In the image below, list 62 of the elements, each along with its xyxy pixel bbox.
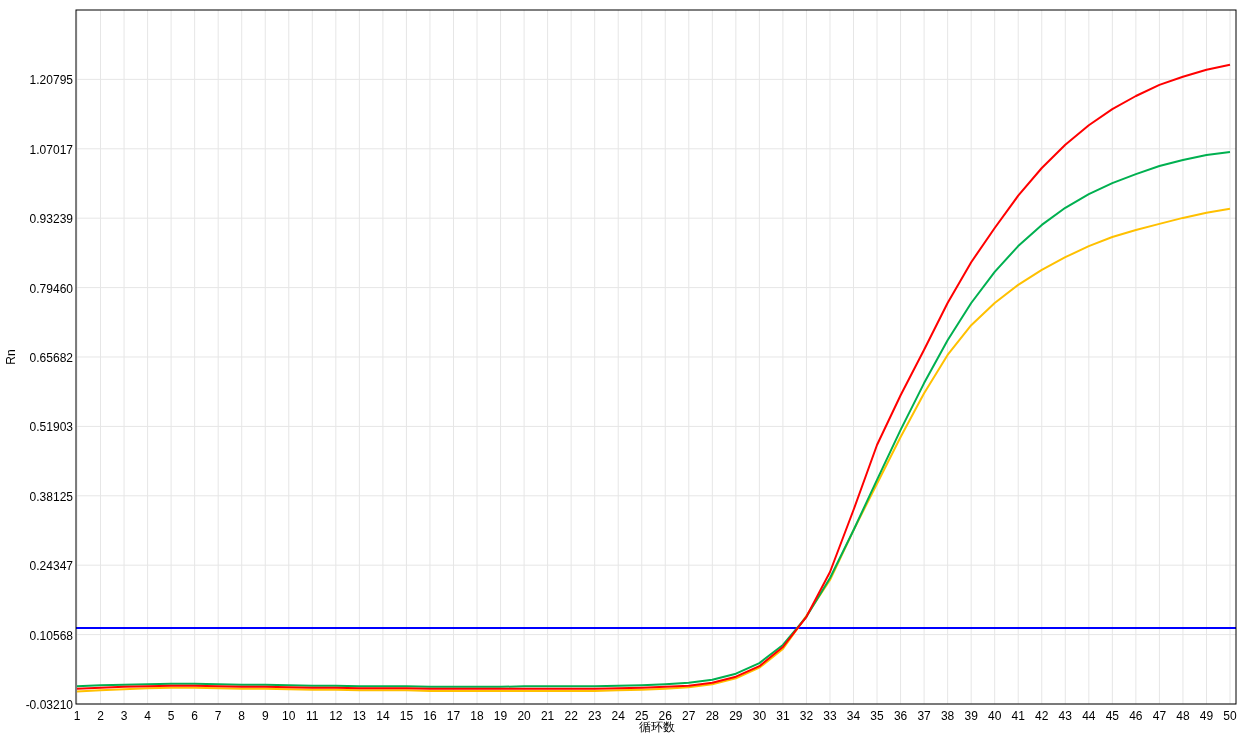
x-tick-label: 26: [658, 709, 672, 723]
x-tick-label: 3: [120, 709, 128, 723]
x-tick-label: 9: [261, 709, 269, 723]
x-tick-label: 5: [167, 709, 175, 723]
y-tick-label: -0.03210: [25, 698, 73, 712]
x-tick-label: 24: [611, 709, 625, 723]
y-tick-label: 0.65682: [29, 351, 73, 365]
x-axis-title: 循环数: [638, 720, 675, 734]
x-tick-label: 48: [1176, 709, 1190, 723]
x-tick-label: 1: [73, 709, 81, 723]
x-tick-label: 46: [1129, 709, 1143, 723]
y-tick-label: 0.24347: [29, 559, 73, 574]
x-tick-label: 27: [682, 709, 696, 723]
x-tick-label: 21: [540, 709, 555, 723]
x-tick-label: 20: [517, 709, 531, 723]
y-tick-label: 0.38125: [29, 489, 73, 504]
x-tick-label: 8: [238, 709, 246, 723]
x-tick-label: 17: [446, 709, 461, 723]
x-tick-label: 31: [776, 709, 790, 723]
x-tick-label: 23: [588, 709, 602, 723]
x-tick-label: 14: [376, 709, 390, 723]
x-tick-label: 40: [988, 709, 1002, 723]
x-tick-label: 35: [870, 709, 884, 723]
x-tick-label: 37: [917, 709, 931, 723]
y-tick-label: 1.07017: [29, 142, 73, 157]
y-tick-label: 0.79460: [29, 281, 73, 296]
x-tick-label: 29: [729, 709, 743, 723]
x-tick-label: 18: [470, 709, 484, 723]
x-tick-label: 44: [1082, 709, 1096, 723]
x-tick-label: 42: [1035, 709, 1049, 723]
x-tick-label: 47: [1152, 709, 1167, 723]
x-tick-label: 4: [144, 709, 151, 723]
x-tick-label: 28: [705, 709, 719, 723]
x-tick-label: 11: [306, 709, 319, 723]
y-tick-label: 0.93239: [29, 212, 73, 227]
x-tick-label: 32: [799, 709, 814, 723]
x-tick-label: 15: [399, 709, 414, 723]
x-tick-label: 2: [97, 709, 104, 723]
x-tick-label: 36: [893, 709, 908, 723]
x-tick-label: 38: [940, 709, 955, 723]
y-tick-label: 1.20795: [29, 73, 73, 88]
x-tick-label: 19: [493, 709, 508, 723]
x-tick-label: 25: [635, 709, 649, 723]
x-tick-label: 10: [282, 709, 296, 723]
x-tick-label: 30: [752, 709, 767, 723]
x-tick-label: 39: [964, 709, 978, 723]
y-axis-title: Rn: [4, 349, 18, 365]
x-tick-label: 49: [1199, 709, 1214, 723]
x-tick-label: 13: [352, 709, 367, 723]
x-tick-label: 50: [1223, 709, 1237, 723]
x-tick-label: 7: [214, 709, 222, 723]
x-tick-label: 12: [329, 709, 343, 723]
x-tick-label: 45: [1105, 709, 1120, 723]
y-tick-label: 0.51903: [29, 420, 73, 435]
x-tick-label: 6: [191, 709, 198, 723]
x-tick-label: 22: [564, 709, 578, 723]
x-tick-label: 41: [1011, 709, 1025, 723]
x-tick-label: 43: [1058, 709, 1072, 723]
x-tick-label: 34: [846, 709, 861, 723]
x-tick-label: 16: [423, 709, 437, 723]
y-tick-label: 0.10568: [29, 628, 73, 643]
x-tick-label: 33: [823, 709, 837, 723]
